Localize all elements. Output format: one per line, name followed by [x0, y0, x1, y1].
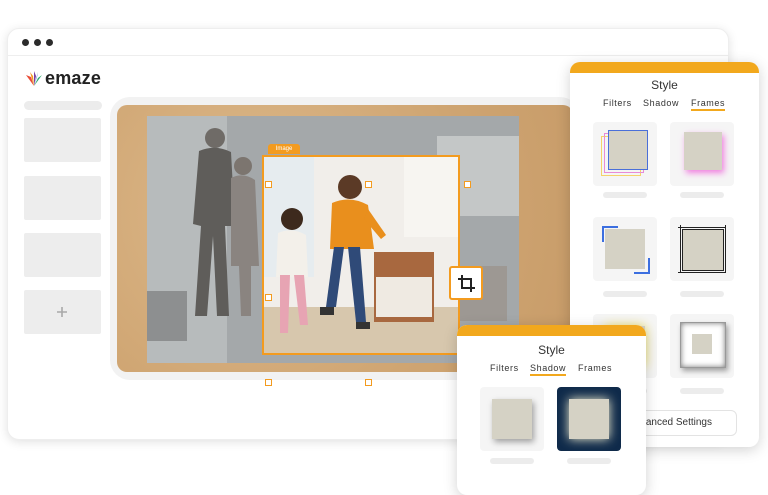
slide-thumbnail[interactable]: [24, 233, 101, 277]
plus-icon: [57, 307, 67, 317]
shadow-square: [492, 399, 532, 439]
window-titlebar: [8, 29, 728, 56]
style-panel-shadow: Style Filters Shadow Frames: [457, 325, 646, 495]
frame-label-placeholder: [680, 291, 724, 297]
emaze-logo-icon: [26, 71, 42, 86]
frame-label-placeholder: [603, 291, 647, 297]
menu-placeholder: [24, 101, 102, 110]
shadow-square: [569, 399, 609, 439]
frame-line: [680, 225, 726, 273]
photo-crop-selection[interactable]: [262, 155, 460, 355]
frame-label-placeholder: [680, 192, 724, 198]
frame-corner: [602, 226, 618, 242]
resize-handle[interactable]: [265, 379, 272, 386]
resize-handle[interactable]: [365, 379, 372, 386]
tab-shadow[interactable]: Shadow: [643, 98, 679, 108]
logo-text: emaze: [45, 68, 102, 88]
add-slide-button[interactable]: [24, 290, 101, 334]
slide-thumbnail[interactable]: [24, 176, 101, 220]
shadow-option-soft[interactable]: [480, 387, 544, 451]
resize-handle[interactable]: [265, 181, 272, 188]
image-tag: Image: [268, 144, 300, 154]
frame-option-bevel[interactable]: [670, 314, 734, 378]
frame-square: [684, 132, 722, 170]
frame-label-placeholder: [603, 192, 647, 198]
frame-label-placeholder: [680, 388, 724, 394]
crop-button[interactable]: [449, 266, 483, 300]
tab-filters[interactable]: Filters: [603, 98, 632, 108]
emaze-logo[interactable]: emaze: [23, 68, 113, 89]
tab-frames[interactable]: Frames: [691, 98, 726, 111]
frame-corner: [634, 258, 650, 274]
kids-photo: [264, 157, 458, 353]
frame-option-sketch[interactable]: [670, 217, 734, 281]
tab-filters[interactable]: Filters: [490, 363, 519, 373]
frame-square: [608, 130, 648, 170]
frame-square: [692, 334, 712, 354]
panel-accent-bar: [457, 325, 646, 336]
tab-shadow[interactable]: Shadow: [530, 363, 567, 376]
shadow-label-placeholder: [490, 458, 534, 464]
resize-handle[interactable]: [464, 181, 471, 188]
resize-handle[interactable]: [365, 181, 372, 188]
frame-option-corners[interactable]: [593, 217, 657, 281]
shadow-option-glow[interactable]: [557, 387, 621, 451]
window-dot-2[interactable]: [34, 39, 41, 46]
shadow-label-placeholder: [567, 458, 611, 464]
panel-accent-bar: [570, 62, 759, 73]
panel-title: Style: [538, 343, 565, 357]
window-dot-3[interactable]: [46, 39, 53, 46]
frame-option-stacked[interactable]: [593, 122, 657, 186]
crop-icon: [458, 275, 475, 292]
tab-frames[interactable]: Frames: [578, 363, 612, 373]
panel-title: Style: [651, 78, 678, 92]
resize-handle[interactable]: [265, 294, 272, 301]
frame-option-glow-pink[interactable]: [670, 122, 734, 186]
window-dot-1[interactable]: [22, 39, 29, 46]
slide-thumbnail[interactable]: [24, 118, 101, 162]
